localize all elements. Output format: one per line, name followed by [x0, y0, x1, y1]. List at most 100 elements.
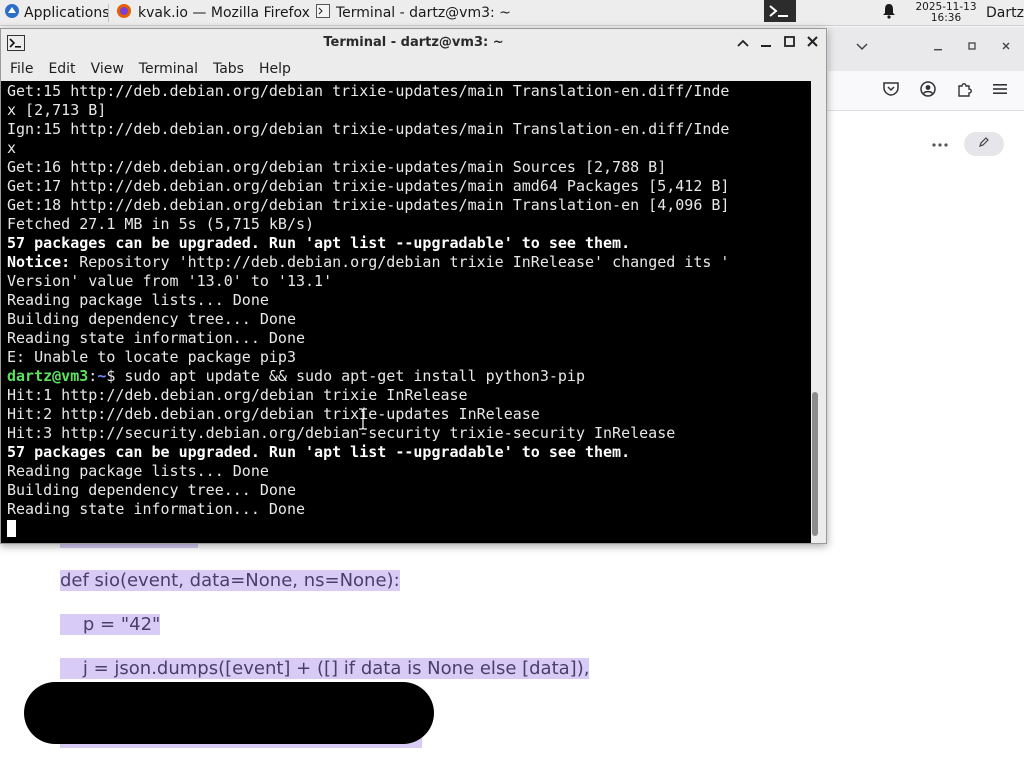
code-line-text: p = "42"	[60, 614, 161, 635]
panel-separator	[108, 4, 109, 22]
terminal-line-text: Hit:3 http://security.debian.org/debian-…	[7, 424, 676, 442]
chevron-down-icon	[856, 40, 868, 55]
pocket-button[interactable]	[882, 82, 900, 100]
chevron-up-icon	[737, 35, 749, 51]
terminal-line-text: Building dependency tree... Done	[7, 310, 296, 328]
prompt-path: ~	[97, 367, 107, 385]
page-more-options-button[interactable]	[928, 134, 952, 152]
close-button[interactable]	[802, 33, 822, 53]
menu-file[interactable]: File	[4, 61, 39, 77]
terminal-line-text: sudo apt update && sudo apt-get install …	[115, 367, 585, 385]
maximize-button[interactable]	[964, 39, 980, 55]
terminal-line-text: Get:18 http://deb.debian.org/debian trix…	[7, 196, 730, 214]
edit-link-button[interactable]	[964, 132, 1004, 156]
close-icon	[806, 35, 818, 51]
close-button[interactable]	[998, 39, 1014, 55]
terminal-cursor	[7, 520, 16, 537]
terminal-output[interactable]: Get:15 http://deb.debian.org/debian trix…	[1, 81, 811, 543]
terminal-line: 57 packages can be upgraded. Run 'apt li…	[7, 443, 729, 462]
taskbar-item-label: Terminal - dartz@vm3: ~	[336, 5, 511, 21]
menu-tabs[interactable]: Tabs	[207, 61, 250, 77]
maximize-icon	[783, 35, 795, 51]
terminal-titlebar[interactable]: Terminal - dartz@vm3: ~	[1, 29, 826, 57]
code-line: j = json.dumps([event] + ([] if data is …	[60, 658, 590, 679]
bell-icon	[882, 3, 896, 23]
roll-up-button[interactable]	[733, 33, 753, 53]
terminal-line: dartz@vm3:~$ sudo apt update && sudo apt…	[7, 367, 729, 386]
terminal-line: Fetched 27.1 MB in 5s (5,715 kB/s)	[7, 215, 729, 234]
menu-view[interactable]: View	[85, 61, 130, 77]
maximize-button[interactable]	[779, 33, 799, 53]
firefox-icon	[116, 3, 132, 23]
terminal-line-text: Version' value from '13.0' to '13.1'	[7, 272, 333, 290]
minimize-icon	[761, 35, 771, 51]
clock-time: 16:36	[930, 12, 962, 24]
close-icon	[1001, 40, 1011, 55]
clock[interactable]: 2025-11-13 16:36	[906, 0, 986, 26]
terminal-lines: Get:15 http://deb.debian.org/debian trix…	[7, 82, 729, 538]
extensions-button[interactable]	[955, 82, 973, 100]
menu-terminal[interactable]: Terminal	[133, 61, 204, 77]
prompt-separator: :	[88, 367, 98, 385]
puzzle-icon	[956, 81, 972, 101]
toast-link[interactable]	[50, 700, 410, 722]
list-all-tabs-button[interactable]	[854, 39, 870, 55]
terminal-line: Reading state information... Done	[7, 500, 729, 519]
terminal-line: Building dependency tree... Done	[7, 310, 729, 329]
pencil-icon	[978, 136, 990, 152]
terminal-line: Reading state information... Done	[7, 329, 729, 348]
terminal-line: Hit:2 http://deb.debian.org/debian trixi…	[7, 405, 729, 424]
terminal-line: Get:15 http://deb.debian.org/debian trix…	[7, 82, 729, 101]
prompt-user: dartz@vm3	[7, 367, 89, 385]
taskbar-item-label: kvak.io — Mozilla Firefox	[138, 5, 310, 21]
terminal-line-text: Get:17 http://deb.debian.org/debian trix…	[7, 177, 730, 195]
terminal-line: Hit:1 http://deb.debian.org/debian trixi…	[7, 386, 729, 405]
terminal-line: x [2,713 B]	[7, 101, 729, 120]
account-button[interactable]	[919, 81, 937, 101]
tray-terminal-launcher[interactable]	[762, 0, 798, 26]
firefox-titlebar	[828, 27, 1024, 71]
terminal-window: Terminal - dartz@vm3: ~ File Edit View T…	[0, 28, 827, 544]
minimize-button[interactable]	[756, 33, 776, 53]
terminal-menubar: File Edit View Terminal Tabs Help	[1, 57, 826, 81]
firefox-toolbar	[828, 71, 1024, 111]
notice-label: Notice:	[7, 253, 71, 271]
terminal-line-text: x [2,713 B]	[7, 101, 107, 119]
top-panel: Applications kvak.io — Mozilla Firefox T…	[0, 0, 1024, 26]
terminal-line: 57 packages can be upgraded. Run 'apt li…	[7, 234, 729, 253]
applications-menu-button[interactable]: Applications	[0, 0, 110, 26]
user-menu[interactable]: Dartz	[986, 0, 1024, 26]
menu-edit[interactable]: Edit	[42, 61, 81, 77]
window-title: Terminal - dartz@vm3: ~	[323, 35, 504, 50]
terminal-line: Ign:15 http://deb.debian.org/debian trix…	[7, 120, 729, 139]
terminal-icon	[764, 0, 796, 26]
terminal-line-text: Ign:15 http://deb.debian.org/debian trix…	[7, 120, 730, 138]
terminal-line-text: E: Unable to locate package pip3	[7, 348, 296, 366]
terminal-line-text: 57 packages can be upgraded. Run 'apt li…	[7, 234, 631, 252]
terminal-line: Hit:3 http://security.debian.org/debian-…	[7, 424, 729, 443]
terminal-line-text: 57 packages can be upgraded. Run 'apt li…	[7, 443, 631, 461]
terminal-line-text: Building dependency tree... Done	[7, 481, 296, 499]
taskbar-item-terminal[interactable]: Terminal - dartz@vm3: ~	[310, 1, 511, 25]
terminal-line: Notice: Repository 'http://deb.debian.or…	[7, 253, 729, 272]
code-line: p = "42"	[60, 614, 161, 635]
menu-help[interactable]: Help	[253, 61, 297, 77]
app-menu-button[interactable]	[991, 82, 1009, 100]
code-line-text: j = json.dumps([event] + ([] if data is …	[60, 658, 590, 679]
terminal-line-text: Reading state information... Done	[7, 329, 306, 347]
terminal-line-text: Hit:1 http://deb.debian.org/debian trixi…	[7, 386, 468, 404]
code-line-text: def sio(event, data=None, ns=None):	[60, 570, 400, 591]
scrollbar-thumb[interactable]	[812, 392, 818, 536]
notifications-button[interactable]	[876, 0, 902, 26]
pocket-icon	[883, 82, 899, 100]
terminal-line-text: Reading package lists... Done	[7, 462, 269, 480]
minimize-button[interactable]	[930, 39, 946, 55]
hamburger-menu-icon	[993, 83, 1007, 99]
terminal-line: Get:18 http://deb.debian.org/debian trix…	[7, 196, 729, 215]
terminal-line: Version' value from '13.0' to '13.1'	[7, 272, 729, 291]
terminal-line: Reading package lists... Done	[7, 291, 729, 310]
terminal-line: Reading package lists... Done	[7, 462, 729, 481]
account-icon	[920, 81, 936, 101]
terminal-line-text: Repository 'http://deb.debian.org/debian…	[70, 253, 730, 271]
taskbar-item-firefox[interactable]: kvak.io — Mozilla Firefox	[110, 1, 310, 25]
